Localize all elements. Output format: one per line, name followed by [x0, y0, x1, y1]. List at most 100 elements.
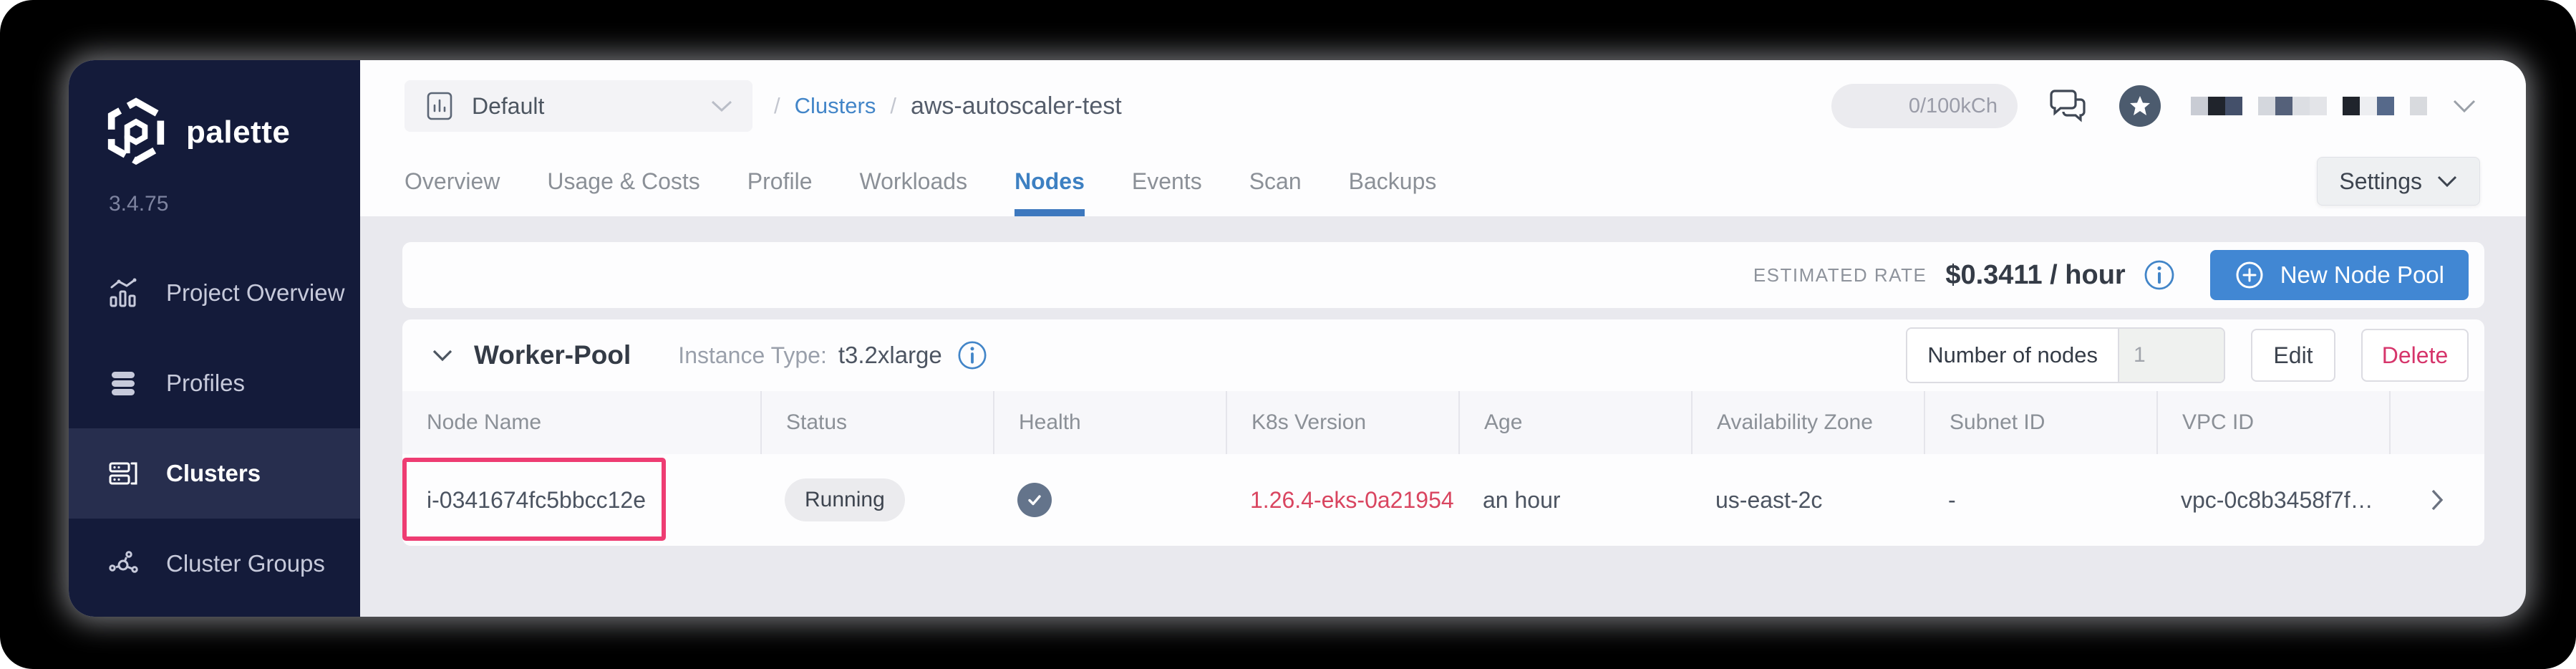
redacted-block	[2410, 97, 2427, 115]
tab-overview[interactable]: Overview	[405, 146, 500, 216]
star-badge	[2119, 85, 2161, 127]
breadcrumb-separator: /	[890, 93, 896, 119]
sidebar-item-project-overview[interactable]: Project Overview	[69, 248, 360, 338]
tab-label: Overview	[405, 168, 500, 195]
collapse-chevron-icon[interactable]	[431, 348, 454, 362]
breadcrumb-separator: /	[774, 93, 780, 119]
tab-label: Nodes	[1015, 168, 1085, 195]
star-icon	[2129, 95, 2151, 117]
cluster-tabs: Overview Usage & Costs Profile Workloads…	[360, 146, 2526, 216]
app-title: palette	[186, 115, 290, 150]
cell-vpc-id: vpc-0c8b3458f7f…	[2156, 454, 2389, 546]
cell-health	[993, 454, 1226, 546]
column-header-health: Health	[993, 391, 1226, 454]
tab-usage-costs[interactable]: Usage & Costs	[547, 146, 699, 216]
tab-label: Usage & Costs	[547, 168, 699, 195]
new-node-pool-button[interactable]: New Node Pool	[2210, 250, 2469, 300]
column-header-status: Status	[760, 391, 993, 454]
cell-subnet-id: -	[1924, 454, 2156, 546]
tab-workloads[interactable]: Workloads	[859, 146, 967, 216]
project-icon	[423, 90, 456, 122]
account-menu-button[interactable]	[2451, 98, 2477, 114]
bar-chart-icon	[107, 277, 139, 309]
chevron-down-icon	[2451, 98, 2477, 114]
new-node-pool-label: New Node Pool	[2280, 261, 2444, 289]
cell-status: Running	[760, 454, 993, 546]
tab-label: Events	[1132, 168, 1202, 195]
top-bar: Default / Clusters / aws-autoscaler-test…	[360, 60, 2526, 146]
settings-button-label: Settings	[2339, 168, 2422, 195]
tab-events[interactable]: Events	[1132, 146, 1202, 216]
column-header-vpc-id: VPC ID	[2156, 391, 2389, 454]
nodes-count-input[interactable]: 1	[2118, 329, 2224, 382]
estimated-rate-label: ESTIMATED RATE	[1753, 264, 1927, 287]
chat-button[interactable]	[2048, 87, 2089, 125]
sidebar-item-label: Cluster Groups	[166, 550, 325, 577]
column-header-node-name: Node Name	[402, 391, 760, 454]
delete-button[interactable]: Delete	[2361, 329, 2469, 382]
chevron-right-icon	[2430, 488, 2444, 512]
redacted-block	[2343, 97, 2394, 115]
page-header: Default / Clusters / aws-autoscaler-test…	[360, 60, 2526, 216]
column-header-subnet-id: Subnet ID	[1924, 391, 2156, 454]
cell-row-expand[interactable]	[2389, 454, 2484, 546]
instance-type-value: t3.2xlarge	[838, 342, 942, 369]
app-window: palette 3.4.75 Project Overview	[69, 60, 2526, 617]
plus-circle-icon	[2234, 260, 2265, 290]
pool-name: Worker-Pool	[474, 340, 631, 370]
worker-pool-panel: Worker-Pool Instance Type: t3.2xlarge Nu…	[402, 319, 2484, 546]
sidebar: palette 3.4.75 Project Overview	[69, 60, 360, 617]
number-of-nodes-control: Number of nodes 1	[1906, 327, 2225, 383]
breadcrumb: / Clusters / aws-autoscaler-test	[774, 92, 1122, 120]
usage-quota-text: 0/100kCh	[1909, 95, 1998, 118]
nodes-content: ESTIMATED RATE $0.3411 / hour New Node P…	[360, 216, 2526, 617]
tab-profile[interactable]: Profile	[747, 146, 813, 216]
redacted-block	[2258, 97, 2327, 115]
breadcrumb-current: aws-autoscaler-test	[911, 92, 1122, 120]
breadcrumb-link-clusters[interactable]: Clusters	[795, 93, 876, 119]
app-version: 3.4.75	[109, 192, 360, 216]
favorites-button[interactable]	[2119, 85, 2161, 127]
estimated-rate-value: $0.3411 / hour	[1945, 260, 2125, 291]
chevron-down-icon	[2436, 175, 2458, 188]
chat-icon	[2048, 87, 2089, 125]
redacted-block	[2191, 97, 2242, 115]
tab-label: Workloads	[859, 168, 967, 195]
info-icon[interactable]	[957, 340, 988, 371]
project-selector[interactable]: Default	[405, 80, 752, 132]
main-area: Default / Clusters / aws-autoscaler-test…	[360, 60, 2526, 617]
project-selector-label: Default	[472, 93, 544, 120]
cell-k8s-version: 1.26.4-eks-0a21954	[1226, 454, 1458, 546]
check-icon	[1025, 491, 1044, 509]
layers-icon	[107, 367, 139, 399]
edit-button[interactable]: Edit	[2251, 329, 2335, 382]
instance-type-label: Instance Type:	[678, 342, 827, 369]
nodes-table-header: Node Name Status Health K8s Version Age …	[402, 391, 2484, 454]
server-icon	[107, 458, 139, 489]
sidebar-item-label: Clusters	[166, 460, 261, 487]
sidebar-item-clusters[interactable]: Clusters	[69, 428, 360, 519]
logo: palette	[69, 93, 360, 172]
sidebar-item-label: Project Overview	[166, 279, 344, 307]
tab-nodes[interactable]: Nodes	[1015, 146, 1085, 216]
sidebar-menu: Project Overview Profiles	[69, 248, 360, 609]
cell-availability-zone: us-east-2c	[1691, 454, 1924, 546]
sidebar-item-label: Profiles	[166, 370, 245, 397]
node-table-row[interactable]: i-0341674fc5bbcc12e Running 1.26.4-eks-0…	[402, 454, 2484, 546]
tab-scan[interactable]: Scan	[1249, 146, 1302, 216]
tab-backups[interactable]: Backups	[1349, 146, 1437, 216]
health-ok-icon	[1017, 483, 1052, 517]
column-header-k8s-version: K8s Version	[1226, 391, 1458, 454]
worker-pool-header: Worker-Pool Instance Type: t3.2xlarge Nu…	[402, 319, 2484, 391]
sidebar-item-profiles[interactable]: Profiles	[69, 338, 360, 428]
sidebar-item-cluster-groups[interactable]: Cluster Groups	[69, 519, 360, 609]
cell-node-name: i-0341674fc5bbcc12e	[402, 454, 760, 546]
vpc-id-text: vpc-0c8b3458f7f…	[2181, 454, 2373, 546]
info-icon[interactable]	[2143, 259, 2176, 292]
number-of-nodes-label: Number of nodes	[1907, 329, 2118, 382]
redacted-user-info	[2191, 97, 2427, 115]
tab-label: Profile	[747, 168, 813, 195]
settings-button[interactable]: Settings	[2317, 157, 2480, 206]
tab-label: Backups	[1349, 168, 1437, 195]
column-header-availability-zone: Availability Zone	[1691, 391, 1924, 454]
